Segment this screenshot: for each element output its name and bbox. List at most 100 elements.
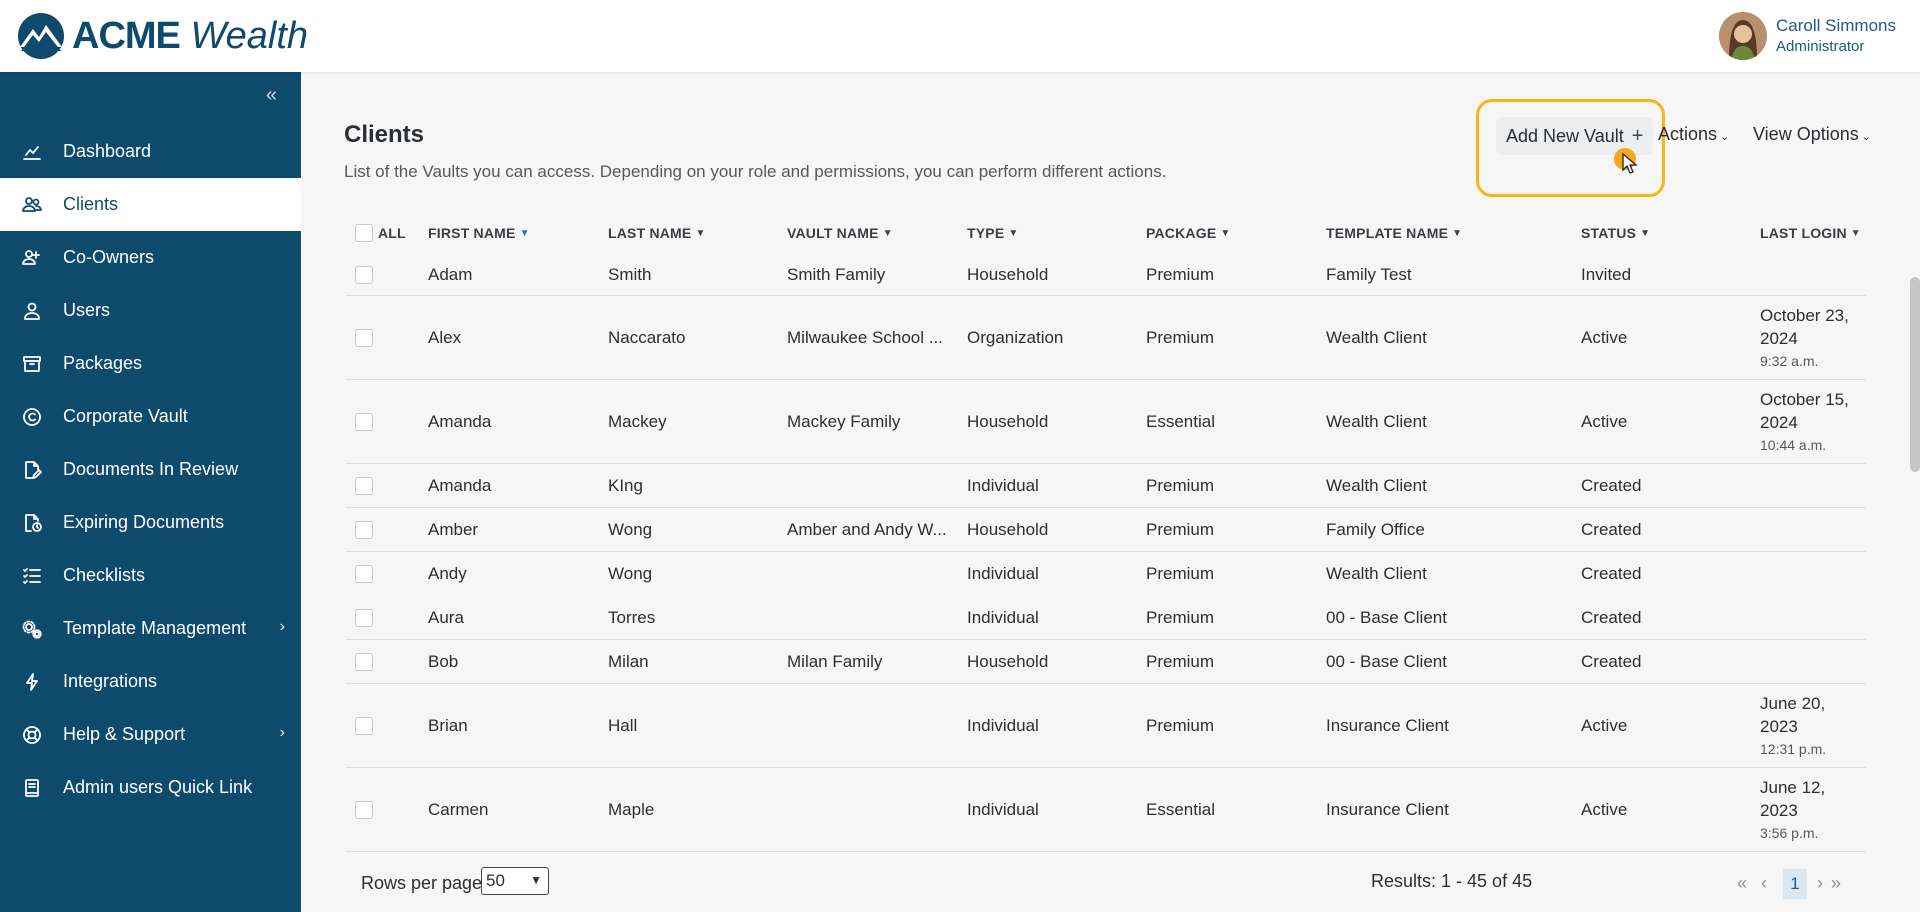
- cell-type: Individual: [967, 799, 1039, 819]
- table-row[interactable]: Amanda KIng Individual Premium Wealth Client…: [346, 464, 1866, 508]
- sidebar-item-label: Expiring Documents: [63, 512, 225, 532]
- sidebar-item-admin-users-quick-link[interactable]: Admin users Quick Link: [0, 761, 301, 814]
- cell-template-name: Insurance Client: [1326, 799, 1449, 819]
- table-row[interactable]: Aura Torres Individual Premium 00 - Base Cli…: [346, 596, 1866, 640]
- cell-last-name: KIng: [608, 475, 643, 495]
- cell-status: Invited: [1581, 264, 1632, 284]
- cell-package: Premium: [1146, 475, 1215, 495]
- row-checkbox[interactable]: [355, 521, 373, 539]
- cell-template-name: 00 - Base Client: [1326, 607, 1447, 627]
- sidebar-item-expiring-documents[interactable]: Expiring Documents: [0, 496, 301, 549]
- prev-page-icon[interactable]: ‹: [1761, 873, 1767, 894]
- sidebar-item-co-owners[interactable]: Co-Owners: [0, 231, 301, 284]
- acme-wealth-logo[interactable]: ACME Wealth: [16, 10, 308, 62]
- cell-last-login: [1760, 640, 1866, 683]
- cell-vault-name: Milan Family: [787, 651, 883, 671]
- cell-package: Premium: [1146, 264, 1215, 284]
- sidebar: « Dashboard Clients Co-Owners Users Pack…: [0, 72, 301, 912]
- row-checkbox[interactable]: [355, 653, 373, 671]
- cell-template-name: Insurance Client: [1326, 715, 1449, 735]
- row-checkbox[interactable]: [355, 565, 373, 583]
- cell-last-name: Wong: [608, 519, 653, 539]
- chevron-down-icon: ▼: [530, 873, 542, 887]
- gears-icon: [20, 617, 44, 641]
- user-profile[interactable]: Caroll Simmons Administrator: [1719, 12, 1896, 60]
- column-first-name[interactable]: FIRST NAME ▼: [428, 212, 530, 254]
- sidebar-item-dashboard[interactable]: Dashboard: [0, 125, 301, 178]
- row-checkbox[interactable]: [355, 413, 373, 431]
- row-checkbox[interactable]: [355, 801, 373, 819]
- table-row[interactable]: Bob Milan Milan Family Household Premium 00 -…: [346, 640, 1866, 684]
- row-checkbox[interactable]: [355, 329, 373, 347]
- chart-icon: [20, 140, 44, 164]
- column-last-name[interactable]: LAST NAME ▼: [608, 212, 706, 254]
- column-template-name[interactable]: TEMPLATE NAME ▼: [1326, 212, 1462, 254]
- column-vault-name[interactable]: VAULT NAME ▼: [787, 212, 893, 254]
- row-checkbox[interactable]: [355, 609, 373, 627]
- table-row[interactable]: Alex Naccarato Milwaukee School ... Organiz…: [346, 296, 1866, 380]
- table-row[interactable]: Adam Smith Smith Family Household Premium Fam…: [346, 254, 1866, 296]
- column-type[interactable]: TYPE ▼: [967, 212, 1018, 254]
- column-last-login[interactable]: LAST LOGIN ▼: [1760, 212, 1861, 254]
- sidebar-item-label: Packages: [63, 353, 143, 373]
- sort-icon: ▼: [882, 227, 893, 239]
- sort-icon: ▼: [695, 227, 706, 239]
- table-row[interactable]: Amanda Mackey Mackey Family Household Essent…: [346, 380, 1866, 464]
- cell-last-login: [1760, 254, 1866, 295]
- sidebar-item-help-support[interactable]: Help & Support ›: [0, 708, 301, 761]
- cell-status: Created: [1581, 607, 1642, 627]
- cell-last-name: Hall: [608, 715, 638, 735]
- cell-package: Premium: [1146, 564, 1215, 583]
- column-status[interactable]: STATUS ▼: [1581, 212, 1650, 254]
- cell-type: Household: [967, 264, 1049, 284]
- sidebar-item-documents-in-review[interactable]: Documents In Review: [0, 443, 301, 496]
- cell-vault-name: Amber and Andy W...: [787, 519, 947, 539]
- double-chevron-left-icon[interactable]: «: [266, 84, 277, 107]
- next-page-icon[interactable]: ›: [1817, 873, 1823, 894]
- page-number-current[interactable]: 1: [1783, 869, 1807, 899]
- actions-menu[interactable]: Actions ⌄: [1658, 124, 1729, 145]
- sidebar-item-corporate-vault[interactable]: Corporate Vault: [0, 390, 301, 443]
- last-page-icon[interactable]: »: [1831, 873, 1841, 894]
- sidebar-item-integrations[interactable]: Integrations: [0, 655, 301, 708]
- cell-package: Premium: [1146, 651, 1215, 671]
- sort-icon: ▼: [1640, 227, 1651, 239]
- row-checkbox[interactable]: [355, 477, 373, 495]
- cell-type: Household: [967, 411, 1049, 431]
- cell-last-name: Smith: [608, 264, 652, 284]
- rows-per-page-select[interactable]: 50 ▼: [481, 867, 549, 895]
- table-row[interactable]: Amber Wong Amber and Andy W... Household Pre…: [346, 508, 1866, 552]
- row-checkbox[interactable]: [355, 717, 373, 735]
- cell-last-login: [1760, 464, 1866, 507]
- sidebar-item-template-management[interactable]: Template Management ›: [0, 602, 301, 655]
- select-all-checkbox[interactable]: [355, 224, 373, 242]
- cell-type: Individual: [967, 607, 1039, 627]
- cell-last-login: October 15, 2024 10:44 a.m.: [1760, 380, 1866, 463]
- cell-type: Household: [967, 651, 1049, 671]
- vertical-scrollbar[interactable]: [1910, 277, 1920, 472]
- cell-status: Active: [1581, 411, 1628, 431]
- cell-status: Active: [1581, 715, 1628, 735]
- column-package[interactable]: PACKAGE ▼: [1146, 212, 1230, 254]
- cell-status: Created: [1581, 564, 1642, 583]
- table-row[interactable]: Andy Wong Individual Premium Wealth Client Cr…: [346, 552, 1866, 596]
- sidebar-item-clients[interactable]: Clients: [0, 178, 301, 231]
- view-options-menu[interactable]: View Options ⌄: [1753, 124, 1871, 145]
- row-checkbox[interactable]: [355, 266, 373, 284]
- cell-first-name: Adam: [428, 264, 473, 284]
- chevron-right-icon: ›: [279, 724, 285, 741]
- cell-type: Organization: [967, 327, 1064, 347]
- cell-last-login: October 23, 2024 9:32 a.m.: [1760, 296, 1866, 379]
- table-row[interactable]: Brian Hall Individual Premium Insurance Clie…: [346, 684, 1866, 768]
- sidebar-item-checklists[interactable]: Checklists: [0, 549, 301, 602]
- sidebar-item-label: Co-Owners: [63, 247, 155, 267]
- clients-table: ALL FIRST NAME ▼ LAST NAME ▼ VAULT NAME ▼ T…: [346, 212, 1866, 852]
- first-page-icon[interactable]: «: [1737, 873, 1747, 894]
- cell-last-login: [1760, 508, 1866, 551]
- chevron-right-icon: ›: [279, 618, 285, 635]
- lifebuoy-icon: [20, 723, 44, 747]
- table-row[interactable]: Carmen Maple Individual Essential Insurance …: [346, 768, 1866, 852]
- sidebar-item-users[interactable]: Users: [0, 284, 301, 337]
- sidebar-item-packages[interactable]: Packages: [0, 337, 301, 390]
- plus-icon: +: [1631, 124, 1644, 147]
